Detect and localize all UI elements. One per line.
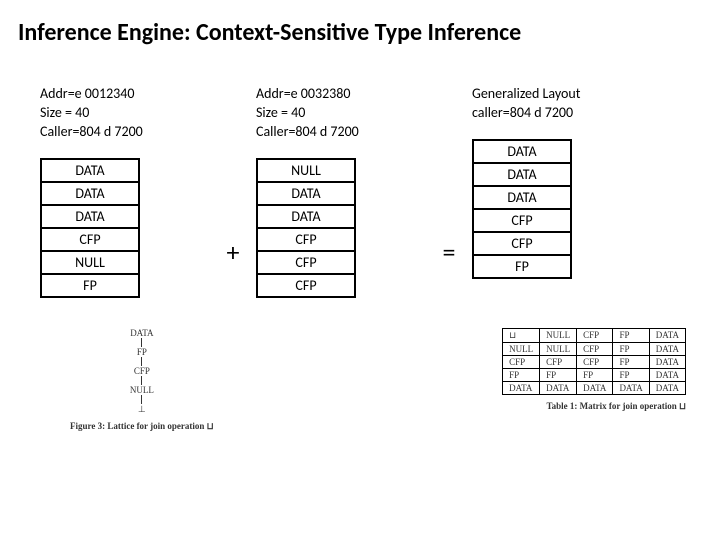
lattice-edge	[141, 357, 142, 366]
matrix-col-header: CFP	[577, 328, 613, 342]
lattice-node: ⊥	[138, 404, 146, 415]
matrix-row-header: NULL	[503, 342, 540, 355]
plus-operator: +	[210, 114, 256, 268]
matrix-cell: DATA	[540, 381, 577, 394]
lattice-diagram: DATA FP CFP NULL ⊥	[70, 328, 214, 415]
block-c-cell: FP	[474, 256, 570, 277]
block-b-cell: NULL	[258, 160, 354, 183]
matrix-row: CFP CFP CFP FP DATA	[503, 355, 686, 368]
matrix-col-header: NULL	[540, 328, 577, 342]
lattice-edge	[141, 395, 142, 404]
block-a-cell: DATA	[42, 160, 138, 183]
matrix-cell: CFP	[577, 342, 613, 355]
matrix-col-header: DATA	[649, 328, 685, 342]
block-c-cell: CFP	[474, 233, 570, 256]
block-c-cell: DATA	[474, 187, 570, 210]
matrix-cell: FP	[613, 368, 649, 381]
matrix-cell: FP	[540, 368, 577, 381]
matrix-cell: DATA	[649, 368, 685, 381]
matrix-row: NULL NULL CFP FP DATA	[503, 342, 686, 355]
block-c: Generalized Layout caller=804 d 7200 DAT…	[472, 85, 622, 279]
block-b-cell: DATA	[258, 183, 354, 206]
lattice-caption: Figure 3: Lattice for join operation ⊔	[70, 421, 214, 432]
lattice-node: DATA	[130, 328, 153, 338]
figures-row: DATA FP CFP NULL ⊥ Figure 3: Lattice for…	[0, 298, 720, 432]
matrix-row: DATA DATA DATA DATA DATA	[503, 381, 686, 394]
matrix-cell: FP	[613, 355, 649, 368]
matrix-row: FP FP FP FP DATA	[503, 368, 686, 381]
matrix-caption: Table 1: Matrix for join operation ⊔	[546, 401, 686, 412]
block-b-stack: NULL DATA DATA CFP CFP CFP	[256, 158, 356, 298]
block-a-cell: CFP	[42, 229, 138, 252]
page-title: Inference Engine: Context-Sensitive Type…	[0, 0, 720, 47]
matrix-cell: DATA	[649, 342, 685, 355]
matrix-cell: FP	[577, 368, 613, 381]
block-a: Addr=e 0012340 Size = 40 Caller=804 d 72…	[40, 85, 210, 298]
matrix-cell: DATA	[649, 355, 685, 368]
matrix-col-header: FP	[613, 328, 649, 342]
block-c-header: Generalized Layout caller=804 d 7200	[472, 85, 580, 123]
block-c-cell: DATA	[474, 164, 570, 187]
matrix-cell: CFP	[577, 355, 613, 368]
block-b-cell: DATA	[258, 206, 354, 229]
block-a-cell: FP	[42, 275, 138, 296]
block-c-cell: CFP	[474, 210, 570, 233]
equals-operator: =	[426, 114, 472, 268]
lattice-node: CFP	[134, 366, 150, 376]
block-a-cell: DATA	[42, 183, 138, 206]
lattice-node: FP	[137, 347, 147, 357]
matrix-cell: DATA	[577, 381, 613, 394]
matrix-header-row: ⊔ NULL CFP FP DATA	[503, 328, 686, 342]
lattice-edge	[141, 338, 142, 347]
join-matrix: ⊔ NULL CFP FP DATA NULL NULL CFP FP DATA…	[502, 328, 686, 395]
matrix-row-header: DATA	[503, 381, 540, 394]
block-b-cell: CFP	[258, 229, 354, 252]
block-b-cell: CFP	[258, 275, 354, 296]
block-b-cell: CFP	[258, 252, 354, 275]
lattice-node: NULL	[130, 385, 154, 395]
figure-matrix: ⊔ NULL CFP FP DATA NULL NULL CFP FP DATA…	[502, 328, 686, 432]
matrix-cell: NULL	[540, 342, 577, 355]
block-a-cell: DATA	[42, 206, 138, 229]
matrix-cell: CFP	[540, 355, 577, 368]
block-a-header: Addr=e 0012340 Size = 40 Caller=804 d 72…	[40, 85, 143, 142]
diagram-row: Addr=e 0012340 Size = 40 Caller=804 d 72…	[0, 85, 720, 298]
block-a-stack: DATA DATA DATA CFP NULL FP	[40, 158, 140, 298]
block-c-stack: DATA DATA DATA CFP CFP FP	[472, 139, 572, 279]
matrix-cell: FP	[613, 342, 649, 355]
matrix-cell: DATA	[649, 381, 685, 394]
matrix-row-header: CFP	[503, 355, 540, 368]
matrix-cell: DATA	[613, 381, 649, 394]
lattice-edge	[141, 376, 142, 385]
block-b-header: Addr=e 0032380 Size = 40 Caller=804 d 72…	[256, 85, 359, 142]
block-a-cell: NULL	[42, 252, 138, 275]
block-b: Addr=e 0032380 Size = 40 Caller=804 d 72…	[256, 85, 426, 298]
block-c-cell: DATA	[474, 141, 570, 164]
matrix-row-header: FP	[503, 368, 540, 381]
figure-lattice: DATA FP CFP NULL ⊥ Figure 3: Lattice for…	[70, 328, 214, 432]
matrix-corner: ⊔	[503, 328, 540, 342]
